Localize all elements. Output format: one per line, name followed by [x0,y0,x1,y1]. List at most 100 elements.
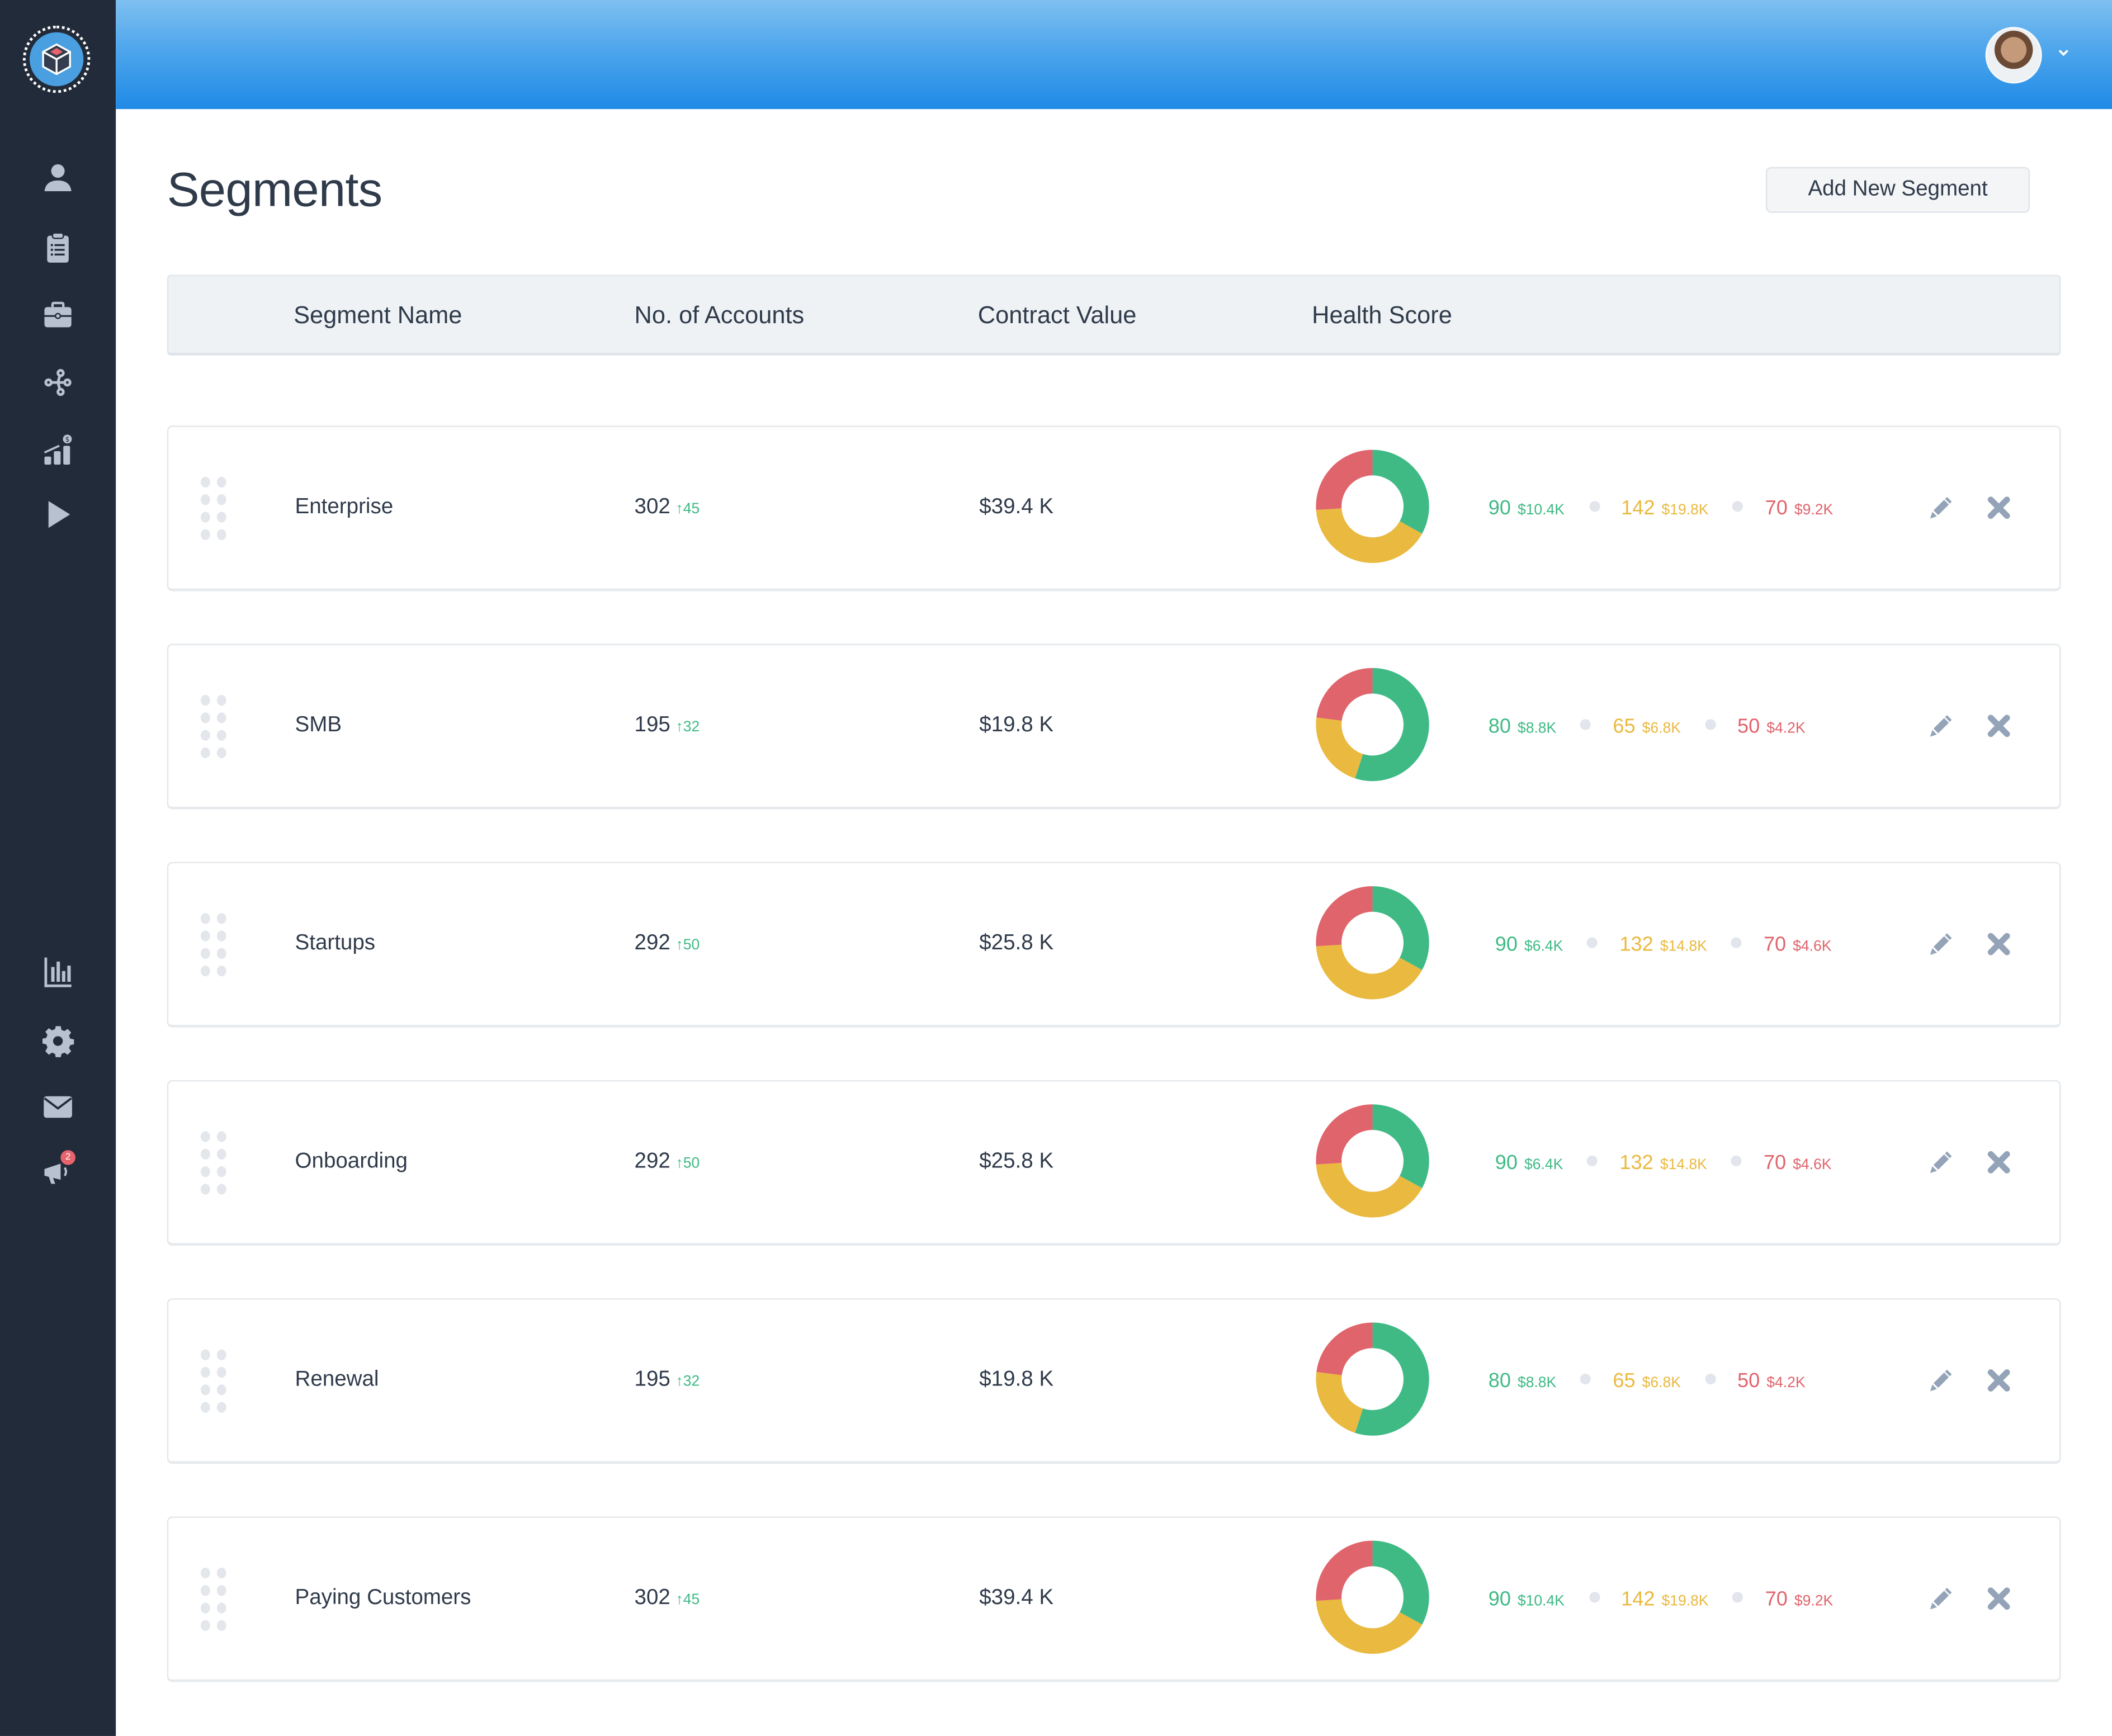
health-poor: 50 $4.2K [1737,715,1805,738]
delete-x-icon[interactable] [1986,712,2012,739]
edit-pencil-icon[interactable] [1927,712,1954,739]
add-new-segment-button[interactable]: Add New Segment [1765,167,2030,213]
health-mid-value: $19.8K [1661,1593,1709,1610]
delta: 45 [683,501,700,517]
drag-dot [216,529,226,540]
drag-dot [200,966,210,977]
drag-dot [216,1602,226,1614]
drag-handle-icon[interactable] [200,1349,230,1415]
drag-dot [216,948,226,959]
drag-handle-icon[interactable] [200,913,230,978]
drag-dot [216,1402,226,1413]
health-mid-count: 65 [1613,1369,1636,1393]
edit-pencil-icon[interactable] [1927,1585,1954,1612]
segment-row[interactable]: Paying Customers 302 ↑45 $39.4 K 90 $10.4K… [167,1516,2061,1682]
drag-handle-icon[interactable] [200,1131,230,1196]
health-mid-value: $6.8K [1642,720,1681,737]
segment-row[interactable]: SMB 195 ↑32 $19.8 K 80 $8.8K 65 $6.8K 50 $4.… [167,644,2061,810]
edit-pencil-icon[interactable] [1927,1149,1954,1176]
drag-dot [200,494,210,505]
nav-messages[interactable] [39,1088,77,1125]
health-good-value: $8.8K [1517,720,1557,737]
segment-name[interactable]: SMB [295,714,342,738]
drag-dot [200,730,210,741]
separator-dot [1732,1592,1744,1603]
drag-dot [216,1585,226,1596]
health-donut-chart [1316,450,1429,563]
health-average: 142 $19.8K [1621,497,1708,520]
drag-dot [200,747,210,759]
column-header-segment-name[interactable]: Segment Name [294,302,462,330]
account-delta: ↑32 [675,719,700,736]
segment-name[interactable]: Enterprise [295,495,394,519]
accounts: 302 [634,495,670,519]
edit-pencil-icon[interactable] [1927,494,1954,521]
separator-dot [1587,1155,1598,1167]
account-count: 292 ↑50 [635,1150,700,1174]
nav-workflows[interactable] [39,363,77,401]
delete-x-icon[interactable] [1986,930,2012,957]
column-header-accounts[interactable]: No. of Accounts [635,302,805,330]
health-average: 65 $6.8K [1613,715,1680,738]
health-poor: 50 $4.2K [1737,1370,1805,1393]
segment-name[interactable]: Onboarding [295,1150,408,1174]
delete-x-icon[interactable] [1986,1149,2012,1176]
edit-pencil-icon[interactable] [1927,930,1954,957]
nav-settings[interactable] [39,1022,77,1059]
nav-portfolio[interactable] [39,296,77,334]
health-good: 90 $10.4K [1489,497,1565,520]
nav-reports[interactable] [39,953,77,991]
delete-x-icon[interactable] [1986,1367,2012,1394]
drag-dot [200,1585,210,1596]
cube-logo-icon [29,32,84,87]
drag-handle-icon[interactable] [200,1567,230,1633]
user-avatar[interactable] [1985,27,2042,84]
chevron-down-icon[interactable] [2057,46,2070,59]
separator-dot [1580,1373,1591,1385]
segment-row[interactable]: Renewal 195 ↑32 $19.8 K 80 $8.8K 65 $6.8K 5… [167,1298,2061,1464]
health-bad-count: 50 [1737,715,1760,739]
drag-dot [216,730,226,741]
drag-dot [216,1384,226,1396]
account-delta: ↑50 [675,1155,700,1172]
separator-dot [1731,937,1742,948]
donut-slice-poor [1316,886,1373,947]
segment-row[interactable]: Onboarding 292 ↑50 $25.8 K 90 $6.4K 132 $14… [167,1080,2061,1246]
contract-value: $39.4 K [979,495,1054,519]
app-logo[interactable] [22,25,91,93]
delete-x-icon[interactable] [1986,494,2012,521]
edit-pencil-icon[interactable] [1927,1367,1954,1394]
drag-dot [200,529,210,540]
column-header-health-score[interactable]: Health Score [1312,302,1452,330]
account-count: 292 ↑50 [635,932,700,956]
delete-x-icon[interactable] [1986,1585,2012,1612]
nav-accounts[interactable] [39,159,77,196]
segment-name[interactable]: Paying Customers [295,1587,471,1611]
health-score-breakdown: 90 $10.4K 142 $19.8K 70 $9.2K [1489,497,1833,520]
nav-announcements[interactable]: 2 [39,1150,77,1190]
gear-icon [42,1026,74,1057]
notification-badge: 2 [60,1150,75,1165]
segment-row[interactable]: Enterprise 302 ↑45 $39.4 K 90 $10.4K 142 $1… [167,425,2061,592]
delta: 45 [683,1592,700,1609]
nav-revenue[interactable]: $ [39,431,77,469]
account-delta: ↑45 [675,501,700,517]
segment-row[interactable]: Startups 292 ↑50 $25.8 K 90 $6.4K 132 $14.8… [167,862,2061,1028]
health-good-count: 80 [1488,715,1511,739]
drag-handle-icon[interactable] [200,694,230,760]
segment-name[interactable]: Startups [295,932,376,956]
drag-dot [216,1349,226,1360]
segment-name[interactable]: Renewal [295,1368,379,1392]
health-good-count: 80 [1488,1369,1511,1393]
account-delta: ↑50 [675,937,700,954]
drag-dot [200,1567,210,1579]
nav-playbooks[interactable] [39,495,77,533]
drag-handle-icon[interactable] [200,476,230,542]
drag-dot [216,476,226,488]
column-header-contract-value[interactable]: Contract Value [978,302,1137,330]
nav-tasks[interactable] [39,229,77,266]
health-bad-value: $4.2K [1766,720,1806,737]
drag-dot [200,1366,210,1378]
health-mid-value: $14.8K [1660,1157,1707,1174]
drag-dot [216,1366,226,1378]
